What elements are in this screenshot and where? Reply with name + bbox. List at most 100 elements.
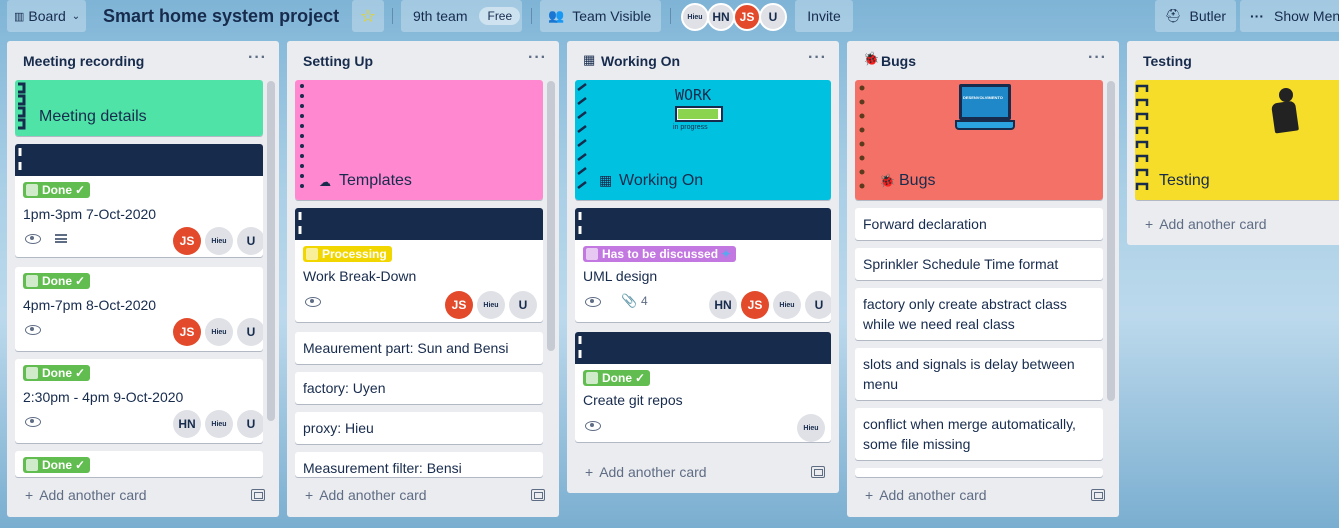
list-card[interactable]: Has to be discussed ✦ UML design 📎 4 HN J… [575, 208, 831, 322]
list-card[interactable]: slots and signals is delay between menu [855, 348, 1103, 400]
visibility-button[interactable]: 👥 Team Visible [540, 0, 661, 32]
label-done: Done ✓ [23, 182, 91, 198]
card-cover[interactable]: Testing [1135, 80, 1339, 200]
list-testing: Testing Testing + Add another card [1127, 41, 1339, 245]
avatar[interactable]: HN [709, 291, 737, 319]
list-card[interactable]: Done ✓ 2:30pm - 4pm 9-Oct-2020 HN Hieu U [15, 359, 263, 443]
list-header: Setting Up ··· [287, 41, 559, 79]
board-view-switcher[interactable]: ▥ Board ⌄ [7, 0, 86, 32]
list-menu-icon[interactable]: ··· [248, 49, 267, 67]
card-cover-title: Working On [619, 172, 704, 189]
card-template-icon[interactable] [811, 466, 825, 478]
list-card[interactable]: Done ✓ 1pm-3pm 7-Oct-2020 JS Hieu U [15, 144, 263, 257]
label-done: Done ✓ [23, 457, 91, 473]
calendar-icon: ▦ [599, 172, 613, 188]
avatar[interactable]: Hieu [773, 291, 801, 319]
visibility-label: Team Visible [572, 8, 652, 24]
card-cover[interactable]: WORK in progress ▦ Working On [575, 80, 831, 200]
card-title: Create git repos [583, 392, 683, 408]
add-card-button[interactable]: + Add another card [585, 464, 707, 480]
watch-icon [25, 417, 41, 427]
label-has-to-be-discussed: Has to be discussed ✦ [583, 246, 737, 262]
list-card[interactable]: conflict when merge automatically, some … [855, 408, 1103, 460]
card-title: slots and signals is delay between menu [863, 356, 1075, 392]
card-template-icon[interactable] [1091, 489, 1105, 501]
card-title: 1pm-3pm 7-Oct-2020 [23, 206, 157, 222]
add-card-button[interactable]: + Add another card [25, 487, 147, 503]
list-card[interactable]: Done ✓ Create git repos Hieu [575, 332, 831, 442]
list-card[interactable]: proxy: Hieu [295, 412, 543, 444]
header-divider [531, 8, 532, 24]
list-card[interactable]: Forward declaration [855, 208, 1103, 240]
avatar[interactable]: HN [707, 3, 735, 31]
add-card-button[interactable]: + Add another card [305, 487, 427, 503]
list-card[interactable]: factory only create abstract class while… [855, 288, 1103, 340]
list-title[interactable]: Meeting recording [23, 53, 144, 69]
board-icon: ▥ [14, 10, 25, 23]
scrollbar[interactable] [267, 81, 275, 421]
avatar[interactable]: U [237, 227, 263, 255]
card-title: 2:30pm - 4pm 9-Oct-2020 [23, 389, 184, 405]
card-cover[interactable]: Meeting details [15, 80, 263, 136]
avatar[interactable]: JS [445, 291, 473, 319]
avatar[interactable]: JS [173, 227, 201, 255]
avatar[interactable]: Hieu [205, 410, 233, 438]
label-processing: Processing [303, 246, 392, 262]
board-title[interactable]: Smart home system project [103, 6, 339, 27]
stitch-decoration [578, 336, 582, 358]
avatar[interactable]: JS [733, 3, 761, 31]
work-illustration: WORK in progress [665, 86, 745, 136]
list-title[interactable]: Setting Up [303, 53, 373, 69]
avatar[interactable]: Hieu [205, 227, 233, 255]
add-card-button[interactable]: + Add another card [1145, 216, 1267, 232]
avatar[interactable]: JS [741, 291, 769, 319]
stitch-decoration [859, 85, 865, 189]
avatar[interactable]: Hieu [205, 318, 233, 346]
header-divider [670, 8, 671, 24]
list-title[interactable]: Bugs [881, 53, 916, 69]
list-card[interactable]: Processing Work Break-Down JS Hieu U [295, 208, 543, 322]
list-card[interactable]: Measurement filter: Bensi [295, 452, 543, 477]
butler-button[interactable]: ⛑ Butler [1155, 0, 1236, 32]
invite-button[interactable]: Invite [795, 0, 853, 32]
avatar[interactable]: U [237, 318, 263, 346]
list-card[interactable] [855, 468, 1103, 477]
card-template-icon[interactable] [251, 489, 265, 501]
list-menu-icon[interactable]: ··· [808, 49, 827, 67]
card-title: proxy: Hieu [303, 420, 374, 436]
list-menu-icon[interactable]: ··· [528, 49, 547, 67]
scrollbar[interactable] [547, 81, 555, 351]
avatar[interactable]: Hieu [681, 3, 709, 31]
list-title[interactable]: Working On [601, 53, 680, 69]
list-card[interactable]: Sprinkler Schedule Time format [855, 248, 1103, 280]
list-card[interactable]: Meaurement part: Sun and Bensi [295, 332, 543, 364]
card-cover[interactable]: ☁ Templates [295, 80, 543, 200]
avatar[interactable]: U [759, 3, 787, 31]
add-card-button[interactable]: + Add another card [865, 487, 987, 503]
card-title: factory only create abstract class while… [863, 296, 1067, 332]
attachment-icon: 📎 [621, 293, 638, 308]
list-card[interactable]: Done ✓ [15, 451, 263, 477]
list-card[interactable]: factory: Uyen [295, 372, 543, 404]
avatar[interactable]: HN [173, 410, 201, 438]
star-button[interactable]: ☆ [352, 0, 384, 32]
show-menu-button[interactable]: ··· Show Menu [1240, 0, 1339, 32]
card-cover-title: Meeting details [39, 108, 147, 125]
avatar[interactable]: JS [173, 318, 201, 346]
card-template-icon[interactable] [531, 489, 545, 501]
card-title: Forward declaration [863, 216, 987, 232]
avatar[interactable]: Hieu [797, 414, 825, 442]
avatar[interactable]: Hieu [477, 291, 505, 319]
avatar[interactable]: U [509, 291, 537, 319]
scrollbar[interactable] [1107, 81, 1115, 401]
label-done: Done ✓ [23, 365, 91, 381]
list-card[interactable]: Done ✓ 4pm-7pm 8-Oct-2020 JS Hieu U [15, 267, 263, 351]
board-view-label: Board [28, 8, 66, 24]
card-cover[interactable]: DESENVOLVIMENTO 🐞 Bugs [855, 80, 1103, 200]
label-done: Done ✓ [23, 273, 91, 289]
avatar[interactable]: U [237, 410, 263, 438]
avatar[interactable]: U [805, 291, 831, 319]
list-menu-icon[interactable]: ··· [1088, 49, 1107, 67]
list-title[interactable]: Testing [1143, 53, 1192, 69]
team-button[interactable]: 9th team Free [401, 0, 522, 32]
